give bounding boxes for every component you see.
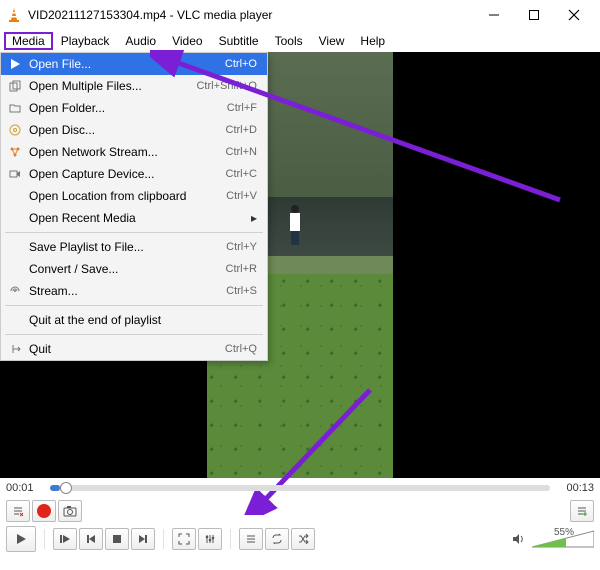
vlc-cone-icon bbox=[6, 7, 22, 23]
dd-open-multiple[interactable]: Open Multiple Files... Ctrl+Shift+O bbox=[1, 75, 267, 97]
playlist-remove-button[interactable] bbox=[6, 500, 30, 522]
dd-separator bbox=[5, 334, 263, 335]
folder-icon bbox=[5, 102, 25, 114]
minimize-button[interactable] bbox=[474, 1, 514, 29]
fullscreen-button[interactable] bbox=[172, 528, 196, 550]
menu-tools[interactable]: Tools bbox=[267, 32, 311, 50]
dd-open-network[interactable]: Open Network Stream... Ctrl+N bbox=[1, 141, 267, 163]
window-buttons bbox=[474, 1, 594, 29]
snapshot-button[interactable] bbox=[58, 500, 82, 522]
menu-media[interactable]: Media bbox=[4, 32, 53, 50]
shuffle-button[interactable] bbox=[291, 528, 315, 550]
menubar: Media Playback Audio Video Subtitle Tool… bbox=[0, 30, 600, 52]
volume-percent: 55% bbox=[554, 527, 574, 538]
menu-view[interactable]: View bbox=[311, 32, 353, 50]
play-file-icon bbox=[5, 58, 25, 70]
volume-slider[interactable]: 55% bbox=[532, 529, 594, 549]
dd-separator bbox=[5, 232, 263, 233]
dd-convert-save[interactable]: Convert / Save... Ctrl+R bbox=[1, 258, 267, 280]
menu-video[interactable]: Video bbox=[164, 32, 210, 50]
loop-button[interactable] bbox=[265, 528, 289, 550]
extended-settings-button[interactable] bbox=[198, 528, 222, 550]
dd-open-file[interactable]: Open File... Ctrl+O bbox=[1, 53, 267, 75]
seekbar-row: 00:01 00:13 bbox=[0, 478, 600, 498]
dd-quit[interactable]: Quit Ctrl+Q bbox=[1, 338, 267, 360]
submenu-arrow-icon: ▸ bbox=[251, 211, 257, 225]
quit-icon bbox=[5, 343, 25, 355]
window-title: VID20211127153304.mp4 - VLC media player bbox=[28, 8, 474, 22]
dd-open-recent[interactable]: Open Recent Media ▸ bbox=[1, 207, 267, 229]
dd-open-clipboard[interactable]: Open Location from clipboard Ctrl+V bbox=[1, 185, 267, 207]
dd-save-playlist[interactable]: Save Playlist to File... Ctrl+Y bbox=[1, 236, 267, 258]
network-icon bbox=[5, 146, 25, 158]
seek-fill bbox=[50, 485, 60, 491]
dd-open-capture[interactable]: Open Capture Device... Ctrl+C bbox=[1, 163, 267, 185]
dd-separator bbox=[5, 305, 263, 306]
menu-playback[interactable]: Playback bbox=[53, 32, 118, 50]
stop-button[interactable] bbox=[105, 528, 129, 550]
maximize-button[interactable] bbox=[514, 1, 554, 29]
titlebar: VID20211127153304.mp4 - VLC media player bbox=[0, 0, 600, 30]
record-icon bbox=[37, 504, 51, 518]
dd-quit-end[interactable]: Quit at the end of playlist bbox=[1, 309, 267, 331]
play-button[interactable] bbox=[6, 526, 36, 552]
previous-button[interactable] bbox=[79, 528, 103, 550]
dd-open-disc[interactable]: Open Disc... Ctrl+D bbox=[1, 119, 267, 141]
close-button[interactable] bbox=[554, 1, 594, 29]
seek-track[interactable] bbox=[50, 485, 550, 491]
controls-row-2: 55% bbox=[0, 524, 600, 554]
volume-control[interactable]: 55% bbox=[512, 529, 594, 549]
capture-icon bbox=[5, 168, 25, 180]
speaker-icon bbox=[512, 532, 526, 546]
media-dropdown: Open File... Ctrl+O Open Multiple Files.… bbox=[0, 52, 268, 361]
menu-subtitle[interactable]: Subtitle bbox=[211, 32, 267, 50]
menu-audio[interactable]: Audio bbox=[117, 32, 164, 50]
frame-step-button[interactable] bbox=[53, 528, 77, 550]
dd-stream[interactable]: Stream... Ctrl+S bbox=[1, 280, 267, 302]
multi-file-icon bbox=[5, 80, 25, 92]
camera-icon bbox=[63, 505, 77, 517]
controls-row-1 bbox=[0, 498, 600, 524]
dd-open-folder[interactable]: Open Folder... Ctrl+F bbox=[1, 97, 267, 119]
stream-icon bbox=[5, 285, 25, 297]
menu-help[interactable]: Help bbox=[352, 32, 393, 50]
record-button[interactable] bbox=[32, 500, 56, 522]
disc-icon bbox=[5, 124, 25, 136]
time-current: 00:01 bbox=[6, 482, 42, 494]
next-button[interactable] bbox=[131, 528, 155, 550]
seek-thumb[interactable] bbox=[60, 482, 72, 494]
time-total: 00:13 bbox=[558, 482, 594, 494]
playlist-add-button[interactable] bbox=[570, 500, 594, 522]
playlist-button[interactable] bbox=[239, 528, 263, 550]
